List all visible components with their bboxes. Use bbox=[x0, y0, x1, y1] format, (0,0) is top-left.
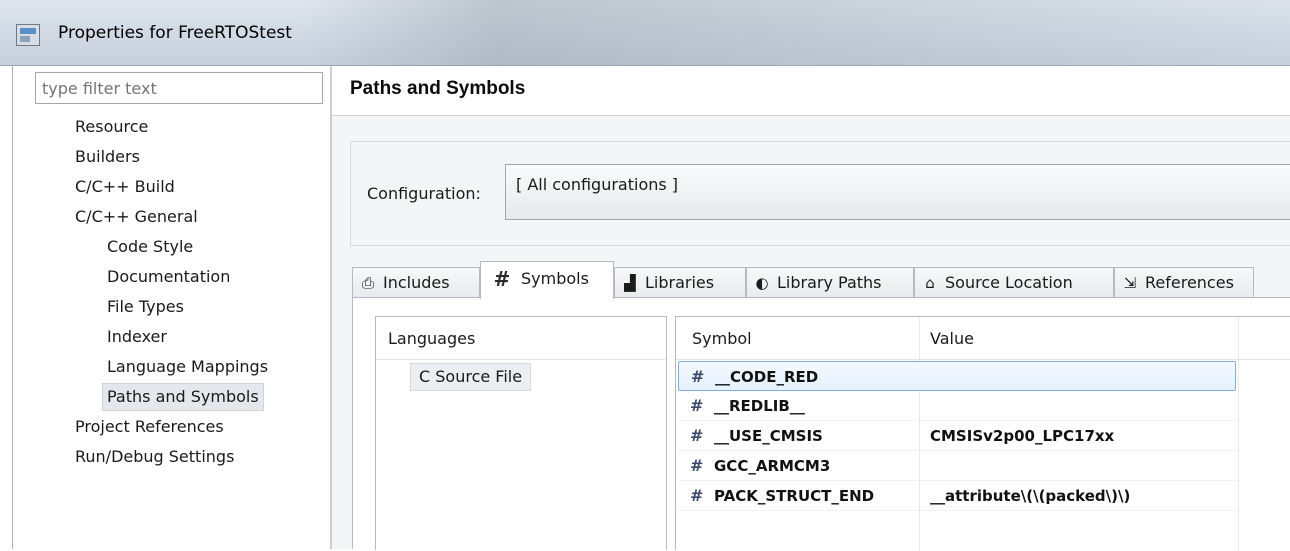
symbols-table[interactable]: Symbol Value # __CODE_RED # __REDLIB__ # __US… bbox=[675, 316, 1290, 551]
tree-item-language-mappings[interactable]: Language Mappings bbox=[107, 353, 268, 381]
properties-content-pane: Paths and Symbols Configuration: [ All c… bbox=[332, 66, 1290, 551]
symbol-value: __attribute\(\(packed\)\) bbox=[930, 487, 1131, 505]
languages-list[interactable]: Languages C Source File bbox=[375, 316, 667, 550]
table-row[interactable]: # __REDLIB__ bbox=[678, 391, 1238, 421]
column-separator[interactable] bbox=[1238, 317, 1239, 551]
tab-libraries[interactable]: ▟ Libraries bbox=[614, 267, 746, 298]
tab-source-location[interactable]: ⌂ Source Location bbox=[914, 267, 1114, 298]
window-title: Properties for FreeRTOStest bbox=[58, 23, 292, 43]
table-row[interactable]: # __CODE_RED bbox=[678, 361, 1236, 391]
window-titlebar[interactable]: Properties for FreeRTOStest bbox=[0, 0, 1290, 66]
page-header: Paths and Symbols bbox=[332, 66, 1290, 116]
tab-label: Symbols bbox=[521, 269, 589, 288]
tree-item-paths-and-symbols[interactable]: Paths and Symbols bbox=[102, 383, 264, 411]
symbol-name: __REDLIB__ bbox=[714, 397, 805, 415]
hash-icon: # bbox=[690, 486, 704, 505]
libraries-icon: ▟ bbox=[624, 274, 636, 292]
configuration-panel: Configuration: [ All configurations ] bbox=[350, 141, 1290, 246]
tab-label: Library Paths bbox=[777, 273, 882, 292]
tab-symbols[interactable]: # Symbols bbox=[480, 261, 614, 299]
tree-item-file-types[interactable]: File Types bbox=[107, 293, 184, 321]
hash-icon: # bbox=[690, 396, 704, 415]
language-item-c-source-file[interactable]: C Source File bbox=[410, 363, 532, 391]
tab-label: References bbox=[1145, 273, 1234, 292]
tree-item-code-style[interactable]: Code Style bbox=[107, 233, 193, 261]
value-column-header[interactable]: Value bbox=[930, 317, 974, 360]
tree-item-run-debug-settings[interactable]: Run/Debug Settings bbox=[75, 443, 234, 471]
tab-library-paths[interactable]: ◐ Library Paths bbox=[746, 267, 914, 298]
folder-icon: ⌂ bbox=[925, 274, 935, 292]
symbols-tab-content: Languages C Source File Symbol Value # __… bbox=[352, 297, 1290, 551]
languages-header: Languages bbox=[376, 317, 666, 360]
configuration-dropdown[interactable]: [ All configurations ] bbox=[505, 164, 1290, 220]
table-row[interactable]: # GCC_ARMCM3 bbox=[678, 451, 1238, 481]
symbol-name: PACK_STRUCT_END bbox=[714, 487, 875, 505]
tree-item-project-references[interactable]: Project References bbox=[75, 413, 224, 441]
tab-includes[interactable]: ⎙ Includes bbox=[352, 267, 480, 298]
tree-item-c-c-general[interactable]: C/C++ General bbox=[75, 203, 198, 231]
tab-label: Source Location bbox=[945, 273, 1073, 292]
hash-icon: # bbox=[690, 456, 704, 475]
tree-item-c-c-build[interactable]: C/C++ Build bbox=[75, 173, 175, 201]
titlebar-background-blur bbox=[300, 0, 1290, 66]
symbol-column-header[interactable]: Symbol bbox=[692, 317, 752, 360]
configuration-label: Configuration: bbox=[367, 184, 481, 203]
symbol-name: GCC_ARMCM3 bbox=[714, 457, 831, 475]
tab-references[interactable]: ⇲ References bbox=[1114, 267, 1254, 298]
includes-icon: ⎙ bbox=[361, 274, 374, 292]
symbol-value: CMSISv2p00_LPC17xx bbox=[930, 427, 1115, 445]
properties-window-icon bbox=[16, 24, 40, 46]
tree-item-indexer[interactable]: Indexer bbox=[107, 323, 167, 351]
tab-label: Libraries bbox=[645, 273, 715, 292]
symbol-name: __CODE_RED bbox=[715, 368, 819, 386]
library-paths-icon: ◐ bbox=[755, 274, 769, 292]
tab-label: Includes bbox=[383, 273, 450, 292]
properties-navigation-pane: ResourceBuildersC/C++ BuildC/C++ General… bbox=[12, 66, 330, 549]
symbol-name: __USE_CMSIS bbox=[714, 427, 823, 445]
page-title: Paths and Symbols bbox=[350, 78, 526, 99]
references-icon: ⇲ bbox=[1123, 274, 1137, 292]
settings-tabs: ⎙ Includes # Symbols ▟ Libraries ◐ Library Path… bbox=[352, 261, 1290, 299]
filter-input[interactable] bbox=[35, 72, 323, 104]
symbols-table-header: Symbol Value bbox=[676, 317, 1290, 360]
hash-icon: # bbox=[691, 367, 705, 386]
table-row[interactable]: # PACK_STRUCT_END __attribute\(\(packed\)\… bbox=[678, 481, 1238, 511]
hash-icon: # bbox=[690, 426, 704, 445]
hash-icon: # bbox=[493, 267, 511, 291]
tree-item-resource[interactable]: Resource bbox=[75, 113, 148, 141]
tree-item-builders[interactable]: Builders bbox=[75, 143, 140, 171]
table-row[interactable]: # __USE_CMSIS CMSISv2p00_LPC17xx bbox=[678, 421, 1238, 451]
tree-item-documentation[interactable]: Documentation bbox=[107, 263, 230, 291]
